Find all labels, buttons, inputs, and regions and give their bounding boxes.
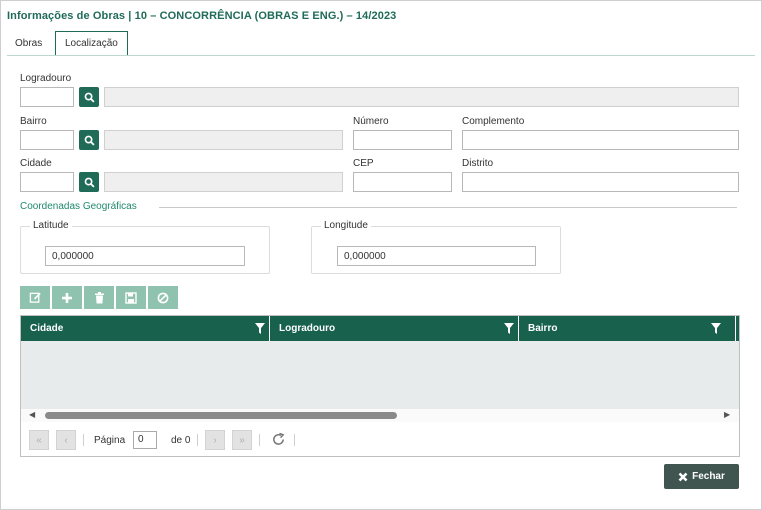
page-number-input[interactable]: 0 [133, 431, 157, 449]
scrollbar-thumb[interactable] [45, 412, 397, 419]
bairro-code-input[interactable] [20, 130, 74, 150]
horizontal-scrollbar[interactable]: ◀ ▶ [21, 409, 739, 422]
close-button[interactable]: Fechar [664, 464, 739, 489]
longitude-label: Longitude [321, 220, 371, 231]
pager-separator [294, 434, 295, 446]
cidade-code-input[interactable] [20, 172, 74, 192]
grid-toolbar [20, 286, 178, 309]
bairro-search-button[interactable] [79, 130, 99, 150]
edit-button[interactable] [20, 286, 50, 309]
double-chevron-right-icon: » [239, 434, 245, 446]
chevron-right-icon: › [213, 434, 217, 446]
pager-separator [197, 434, 198, 446]
logradouro-search-button[interactable] [79, 87, 99, 107]
close-button-label: Fechar [692, 471, 725, 482]
prev-page-button[interactable]: ‹ [56, 430, 76, 450]
pager-separator [83, 434, 84, 446]
filter-icon[interactable] [711, 323, 721, 334]
distrito-label: Distrito [462, 158, 494, 169]
add-button[interactable] [52, 286, 82, 309]
cidade-desc-field [104, 172, 343, 192]
search-icon [84, 135, 95, 146]
logradouro-desc-field [104, 87, 739, 107]
coordinates-section-title: Coordenadas Geográficas [20, 201, 137, 212]
edit-icon [29, 292, 41, 303]
column-header-bairro[interactable]: Bairro [519, 316, 736, 341]
column-header-cidade[interactable]: Cidade [21, 316, 270, 341]
cancel-button[interactable] [148, 286, 178, 309]
complemento-label: Complemento [462, 116, 525, 127]
save-button[interactable] [116, 286, 146, 309]
complemento-input[interactable] [462, 130, 739, 150]
column-label: Logradouro [279, 323, 336, 334]
chevron-left-icon: ‹ [64, 434, 68, 446]
column-label: Bairro [528, 323, 558, 334]
tab-localizacao[interactable]: Localização [55, 31, 128, 56]
delete-button[interactable] [84, 286, 114, 309]
first-page-button[interactable]: « [29, 430, 49, 450]
search-icon [84, 92, 95, 103]
tab-obras[interactable]: Obras [9, 34, 48, 56]
cancel-icon [157, 292, 169, 303]
numero-label: Número [353, 116, 389, 127]
page-label: Página [94, 435, 126, 446]
cidade-label: Cidade [20, 158, 52, 169]
scroll-right-icon[interactable]: ▶ [724, 410, 730, 419]
dialog-window: Informações de Obras | 10 – CONCORRÊNCIA… [0, 0, 762, 510]
filter-icon[interactable] [255, 323, 265, 334]
filter-icon[interactable] [504, 323, 514, 334]
save-icon [125, 291, 137, 304]
scroll-left-icon[interactable]: ◀ [29, 410, 35, 419]
latitude-label: Latitude [30, 220, 72, 231]
double-chevron-left-icon: « [36, 434, 42, 446]
numero-input[interactable] [353, 130, 452, 150]
page-count-label: de 0 [171, 435, 191, 446]
grid-body [21, 341, 739, 409]
pager-separator [259, 434, 260, 446]
distrito-input[interactable] [462, 172, 739, 192]
data-grid: Cidade Logradouro Bairro ◀ ▶ « ‹ Página … [20, 315, 740, 457]
logradouro-code-input[interactable] [20, 87, 74, 107]
column-header-logradouro[interactable]: Logradouro [270, 316, 519, 341]
grid-header: Cidade Logradouro Bairro [21, 316, 739, 341]
next-page-button[interactable]: › [205, 430, 225, 450]
cep-label: CEP [353, 158, 374, 169]
longitude-input[interactable] [337, 246, 536, 266]
pager: « ‹ Página 0 de 0 › » [21, 426, 739, 454]
plus-icon [62, 292, 72, 303]
close-icon [678, 472, 688, 481]
bairro-desc-field [104, 130, 343, 150]
logradouro-label: Logradouro [20, 73, 72, 84]
window-title: Informações de Obras | 10 – CONCORRÊNCIA… [7, 10, 397, 22]
tab-divider [7, 55, 755, 56]
cep-input[interactable] [353, 172, 452, 192]
cidade-search-button[interactable] [79, 172, 99, 192]
bairro-label: Bairro [20, 116, 47, 127]
search-icon [84, 177, 95, 188]
trash-icon [94, 291, 104, 303]
last-page-button[interactable]: » [232, 430, 252, 450]
refresh-icon[interactable] [271, 432, 286, 447]
column-label: Cidade [30, 323, 64, 334]
section-divider [159, 207, 737, 208]
latitude-input[interactable] [45, 246, 245, 266]
